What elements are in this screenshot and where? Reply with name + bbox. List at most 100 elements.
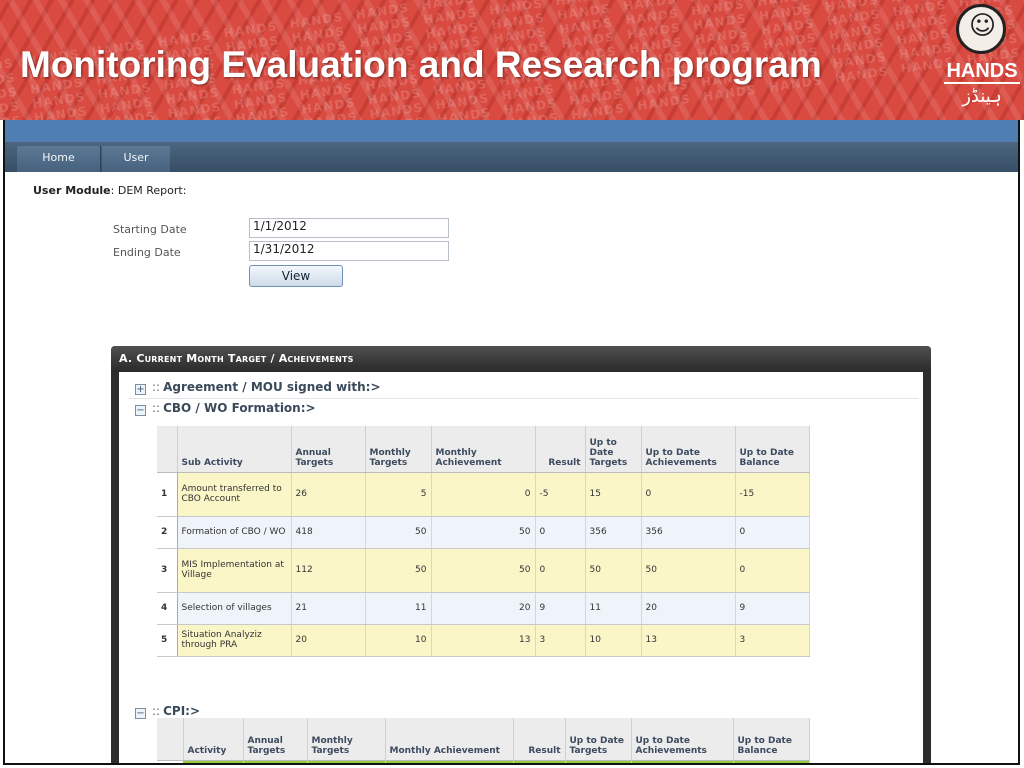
row-index: 1	[157, 760, 184, 763]
target-achievement-panel: A. Current Month Target / Acheivements +…	[111, 346, 931, 763]
col-header: Monthly Achievement	[431, 426, 536, 473]
section-cbo-formation[interactable]: −:: CBO / WO Formation:>	[135, 401, 316, 417]
section-agreement[interactable]: +:: Agreement / MOU signed with:>	[135, 380, 381, 396]
utd-achievements-cell: 13	[641, 624, 736, 657]
row-index: 2	[157, 516, 178, 549]
activity-cell: Amount transferred to CBO Account	[177, 472, 292, 517]
col-header: Up to Date Achievements	[641, 426, 736, 473]
utd-targets-cell: 356	[585, 516, 642, 549]
top-strip	[5, 120, 1018, 142]
col-header: Monthly Targets	[307, 718, 386, 761]
annual-targets-cell: 21	[291, 592, 366, 625]
hands-logo: ☺ HANDS ہینڈز	[942, 2, 1022, 118]
utd-achievements-cell: 356	[641, 516, 736, 549]
row-index: 1	[157, 472, 178, 517]
utd-targets-cell: 10	[585, 624, 642, 657]
utd-balance-cell: -9	[733, 760, 810, 763]
utd-balance-cell: 3	[735, 624, 810, 657]
table-row: 1 Amount transferred to CBO Account 26 5 0 -5…	[157, 472, 810, 517]
utd-balance-cell: 0	[735, 548, 810, 593]
panel-title: A. Current Month Target / Acheivements	[119, 352, 354, 365]
collapse-icon[interactable]: −	[135, 708, 146, 719]
result-cell: 0	[535, 516, 586, 549]
monthly-targets-cell: 5	[365, 472, 432, 517]
monthly-achievement-cell: 0	[385, 760, 514, 763]
result-cell: -3	[513, 760, 566, 763]
cpi-table: Activity Annual Targets Monthly Targets …	[157, 718, 810, 763]
nav-bar: Home User	[5, 142, 1018, 172]
result-cell: 3	[535, 624, 586, 657]
section-sep: ::	[152, 401, 161, 415]
section-cpi-label: CPI:>	[163, 704, 201, 718]
col-header: Monthly Targets	[365, 426, 432, 473]
table-row: 1CPI2830-390-9	[157, 760, 810, 763]
section-sep: ::	[152, 380, 161, 394]
activity-cell: Situation Analyziz through PRA	[177, 624, 292, 657]
logo-name: HANDS	[944, 60, 1020, 84]
monthly-achievement-cell: 20	[431, 592, 536, 625]
panel-body: +:: Agreement / MOU signed with:> −:: CBO …	[119, 372, 923, 763]
annual-targets-cell: 418	[291, 516, 366, 549]
monthly-achievement-cell: 13	[431, 624, 536, 657]
table-header-row: Activity Annual Targets Monthly Targets …	[157, 718, 810, 761]
expand-icon[interactable]: +	[135, 384, 146, 395]
utd-achievements-cell: 20	[641, 592, 736, 625]
col-header: Up to Date Achievements	[631, 718, 734, 761]
col-header: Up to Date Balance	[735, 426, 810, 473]
section-cbo-label: CBO / WO Formation:>	[163, 401, 316, 415]
index-header	[157, 718, 184, 761]
table-row: 2 Formation of CBO / WO 418 50 50 0 356 356 0	[157, 516, 810, 549]
col-header: Result	[535, 426, 586, 473]
annual-targets-cell: 112	[291, 548, 366, 593]
index-header	[157, 426, 178, 473]
view-button[interactable]: View	[249, 265, 343, 287]
activity-cell: MIS Implementation at Village	[177, 548, 292, 593]
result-cell: 9	[535, 592, 586, 625]
section-sep: ::	[152, 704, 161, 718]
utd-balance-cell: -15	[735, 472, 810, 517]
app-screenshot: Home User User Module: DEM Report: Start…	[3, 120, 1020, 765]
ending-date-input[interactable]: 1/31/2012	[249, 241, 449, 261]
title-banner: HANDS HANDS HANDS HANDS HANDS HANDS HAND…	[0, 0, 1024, 120]
table-row: 3 MIS Implementation at Village 112 50 50 0 50…	[157, 548, 810, 593]
module-value: : DEM Report:	[110, 184, 187, 197]
logo-emblem-icon: ☺	[956, 4, 1006, 54]
module-label: User Module	[33, 184, 111, 197]
utd-balance-cell: 9	[735, 592, 810, 625]
activity-cell: Formation of CBO / WO	[177, 516, 292, 549]
row-index: 5	[157, 624, 178, 657]
result-cell: 0	[535, 548, 586, 593]
nav-home[interactable]: Home	[17, 146, 101, 172]
col-header: Up to Date Balance	[733, 718, 810, 761]
monthly-achievement-cell: 50	[431, 548, 536, 593]
monthly-achievement-cell: 50	[431, 516, 536, 549]
logo-urdu-text: ہینڈز	[962, 86, 1002, 107]
col-header: Monthly Achievement	[385, 718, 514, 761]
panel-header: A. Current Month Target / Acheivements	[111, 346, 931, 372]
annual-targets-cell: 28	[243, 760, 308, 763]
monthly-targets-cell: 3	[307, 760, 386, 763]
monthly-targets-cell: 10	[365, 624, 432, 657]
col-header: Annual Targets	[291, 426, 366, 473]
starting-date-label: Starting Date	[113, 223, 187, 236]
col-header: Annual Targets	[243, 718, 308, 761]
utd-targets-cell: 15	[585, 472, 642, 517]
col-header: Up to Date Targets	[565, 718, 632, 761]
monthly-achievement-cell: 0	[431, 472, 536, 517]
collapse-icon[interactable]: −	[135, 405, 146, 416]
utd-targets-cell: 9	[565, 760, 632, 763]
col-header: Sub Activity	[177, 426, 292, 473]
annual-targets-cell: 26	[291, 472, 366, 517]
row-index: 4	[157, 592, 178, 625]
cbo-formation-table: Sub Activity Annual Targets Monthly Targ…	[157, 426, 810, 657]
table-header-row: Sub Activity Annual Targets Monthly Targ…	[157, 426, 810, 473]
monthly-targets-cell: 50	[365, 548, 432, 593]
row-index: 3	[157, 548, 178, 593]
activity-cell: CPI	[183, 760, 244, 763]
ending-date-label: Ending Date	[113, 246, 181, 259]
starting-date-input[interactable]: 1/1/2012	[249, 218, 449, 238]
col-header: Result	[513, 718, 566, 761]
nav-user[interactable]: User	[102, 146, 170, 172]
col-header: Up to Date Targets	[585, 426, 642, 473]
section-divider	[129, 398, 919, 399]
